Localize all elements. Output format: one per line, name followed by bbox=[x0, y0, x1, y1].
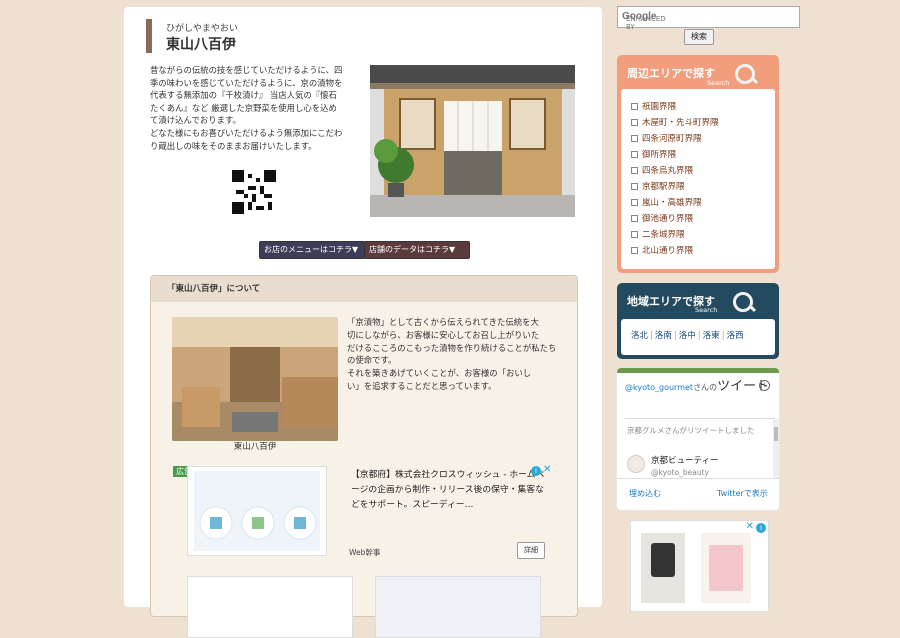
twitter-embed-link[interactable]: 埋め込む bbox=[629, 488, 661, 499]
twitter-view-link[interactable]: Twitterで表示 bbox=[717, 488, 768, 499]
ad-product-image[interactable] bbox=[641, 533, 685, 603]
interior-caption: 東山八百伊 bbox=[233, 442, 277, 452]
search-icon bbox=[735, 64, 755, 84]
region-area-list: 洛北 | 洛南 | 洛中 | 洛東 | 洛西 bbox=[621, 319, 775, 355]
about-heading: 「東山八百伊」について bbox=[151, 276, 577, 302]
region-area-panel: 地域エリアで探す Search 洛北 | 洛南 | 洛中 | 洛東 | 洛西 bbox=[617, 283, 779, 359]
intro-line: て漬け込んでおります。 bbox=[150, 115, 241, 126]
region-links: 洛北 | 洛南 | 洛中 | 洛東 | 洛西 bbox=[631, 331, 744, 341]
twitter-accent-bar bbox=[617, 368, 779, 373]
retweet-label: 京都グルメさんがリツイートしました bbox=[627, 426, 755, 435]
ad-image-left[interactable] bbox=[187, 576, 353, 638]
ad-title[interactable]: 【京都府】株式会社クロスウィッシュ - ホームページの企画から制作・リリース後の… bbox=[351, 468, 551, 513]
about-text: 「京漬物」として古くから伝えられてきた伝統を大 切にしながら、お客様に安心してお… bbox=[347, 316, 559, 393]
area-item[interactable]: 祇園界隈 bbox=[631, 100, 676, 112]
nearby-area-sub: Search bbox=[707, 79, 730, 87]
sidebar-ad[interactable]: i ✕ bbox=[630, 520, 769, 612]
region-link[interactable]: 洛東 bbox=[703, 331, 720, 341]
ad-source: Web幹事 bbox=[349, 548, 381, 557]
about-line: い」を追求することだと思っています。 bbox=[347, 380, 497, 391]
main-content: ひがしやまやおい 東山八百伊 昔ながらの伝統の技を感じていただけるように、四 季… bbox=[124, 7, 602, 638]
about-line: の使命です。 bbox=[347, 355, 397, 366]
search-button[interactable]: 検索 bbox=[684, 29, 714, 45]
tweet-user-name: 京都ビューティー bbox=[651, 456, 719, 466]
intro-line: 季の味わいを感じていただけるように、京の漬物を bbox=[150, 77, 343, 88]
twitter-header: @kyoto_gourmetさんのツイート bbox=[625, 380, 775, 394]
about-line: 「京漬物」として古くから伝えられてきた伝統を大 bbox=[347, 317, 539, 327]
shop-front-photo bbox=[370, 65, 575, 217]
intro-line: どなた様にもお喜びいただけるよう無添加にこだわ bbox=[150, 127, 343, 138]
area-item[interactable]: 二条城界隈 bbox=[631, 228, 685, 240]
ad-thumbnail[interactable] bbox=[187, 466, 327, 556]
intro-line: 昔ながらの伝統の技を感じていただけるように、四 bbox=[150, 65, 343, 75]
shop-menu-button[interactable]: お店のメニューはコチラ▼ bbox=[259, 241, 365, 259]
nearby-area-list: 祇園界隈 木屋町・先斗町界隈 四条河原町界隈 御所界隈 四条烏丸界隈 京都駅界隈… bbox=[621, 89, 775, 269]
region-link[interactable]: 洛北 bbox=[631, 331, 648, 341]
twitter-handle-suffix: さんの bbox=[693, 383, 718, 392]
about-line: だけるこころのこもった漬物を作り続けることが私たち bbox=[347, 342, 557, 353]
close-icon[interactable]: ✕ bbox=[543, 464, 551, 475]
info-icon[interactable]: i bbox=[756, 523, 766, 533]
area-item[interactable]: 嵐山・高雄界隈 bbox=[631, 196, 702, 208]
interior-photo bbox=[172, 317, 338, 441]
ad-image-right[interactable] bbox=[375, 576, 541, 638]
shop-title: ひがしやまやおい 東山八百伊 bbox=[146, 19, 238, 53]
twitter-handle[interactable]: @kyoto_gourmet bbox=[625, 383, 693, 392]
search-input[interactable]: ENHANCED BY Google bbox=[617, 6, 800, 31]
ad-product-image[interactable] bbox=[701, 533, 751, 603]
search-icon bbox=[733, 292, 753, 312]
twitter-timeline: @kyoto_gourmetさんのツイート i 京都グルメさんがリツイートしまし… bbox=[617, 368, 779, 510]
region-area-sub: Search bbox=[695, 306, 718, 314]
twitter-feed: 京都グルメさんがリツイートしました 京都ビューティー @kyoto_beauty bbox=[625, 418, 779, 479]
qr-code bbox=[232, 170, 276, 214]
about-line: それを築きあげていくことが、お客様の「おいし bbox=[347, 368, 532, 379]
info-icon[interactable]: i bbox=[759, 380, 770, 391]
search-enhanced-label: ENHANCED BY Google bbox=[622, 11, 666, 31]
about-section: 「東山八百伊」について 東山八百伊 「京漬物」として古くから伝えられてきた伝統を… bbox=[150, 275, 578, 638]
area-item[interactable]: 四条河原町界隈 bbox=[631, 132, 702, 144]
region-link[interactable]: 洛中 bbox=[679, 331, 696, 341]
area-item[interactable]: 北山通り界隈 bbox=[631, 244, 693, 256]
twitter-scrollbar[interactable] bbox=[773, 419, 779, 479]
info-icon[interactable]: i bbox=[531, 466, 541, 476]
area-item[interactable]: 御池通り界隈 bbox=[631, 212, 693, 224]
region-link[interactable]: 洛西 bbox=[727, 331, 744, 341]
shop-data-button[interactable]: 店舗のデータはコチラ▼ bbox=[364, 241, 470, 259]
intro-text: 昔ながらの伝統の技を感じていただけるように、四 季の味わいを感じていただけるよう… bbox=[150, 64, 360, 152]
region-link[interactable]: 洛南 bbox=[655, 331, 672, 341]
nearby-area-panel: 周辺エリアで探す Search 祇園界隈 木屋町・先斗町界隈 四条河原町界隈 御… bbox=[617, 55, 779, 273]
shop-reading: ひがしやまやおい bbox=[166, 24, 238, 34]
intro-line: たくあん』など 厳選した京野菜を使用し心を込め bbox=[150, 102, 337, 113]
close-icon[interactable]: ✕ bbox=[746, 521, 754, 532]
intro-line: 代表する無添加の『千枚漬け』 当店人気の『懐石 bbox=[150, 90, 337, 101]
area-item[interactable]: 御所界隈 bbox=[631, 148, 676, 160]
tweet-user[interactable]: 京都ビューティー @kyoto_beauty bbox=[651, 455, 719, 479]
ad-detail-button[interactable]: 詳細 bbox=[517, 542, 545, 559]
shop-name: 東山八百伊 bbox=[166, 37, 236, 53]
intro-line: り蔵出しの味をそのままお届けいたします。 bbox=[150, 140, 317, 151]
twitter-footer: 埋め込む Twitterで表示 bbox=[617, 478, 779, 511]
area-item[interactable]: 四条烏丸界隈 bbox=[631, 164, 693, 176]
area-item[interactable]: 木屋町・先斗町界隈 bbox=[631, 116, 719, 128]
about-line: 切にしながら、お客様に安心してお召し上がりいた bbox=[347, 329, 540, 340]
avatar[interactable] bbox=[627, 455, 645, 473]
area-item[interactable]: 京都駅界隈 bbox=[631, 180, 685, 192]
nearby-area-title: 周辺エリアで探す bbox=[627, 67, 715, 80]
